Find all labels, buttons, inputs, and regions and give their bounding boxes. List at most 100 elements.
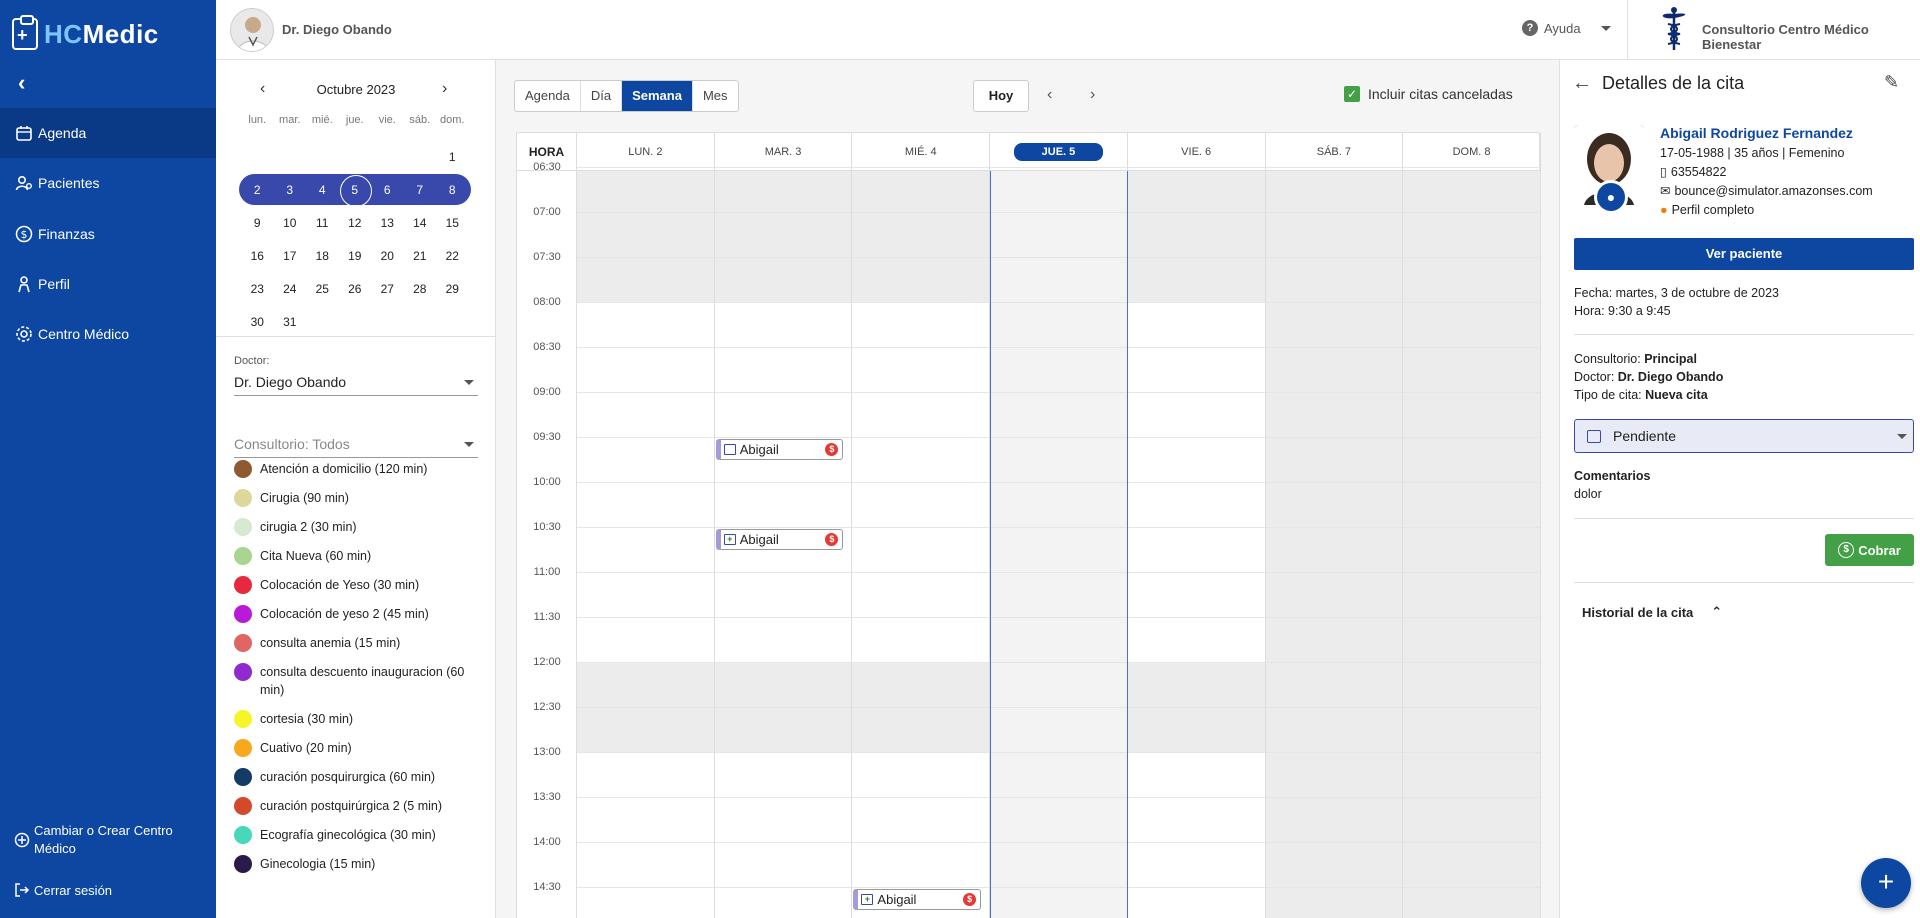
checkbox-checked-icon[interactable]: ✓ [1344,86,1360,102]
mini-calendar-day[interactable]: 17 [274,249,307,263]
charge-button[interactable]: $ Cobrar [1825,534,1914,566]
mini-calendar-day[interactable]: 25 [306,282,339,296]
app-logo[interactable]: HCMedic [12,15,159,50]
slot-line [577,752,714,753]
mini-calendar-day[interactable]: 5 [339,174,371,207]
comments-label: Comentarios [1574,469,1651,483]
sidebar-item-finanzas[interactable]: $ Finanzas [0,209,216,259]
mini-calendar-day[interactable]: 13 [371,216,404,230]
appointment-label: Abigail [739,532,779,547]
divider [216,336,495,337]
slot-line [1127,302,1265,303]
slot-line [1265,392,1403,393]
mini-calendar-day[interactable]: 6 [371,183,404,197]
prev-week-icon[interactable]: ‹ [1047,86,1052,104]
legend-label: consulta anemia (15 min) [260,636,401,650]
mini-calendar-day[interactable]: 23 [241,282,274,296]
today-button[interactable]: Hoy [973,80,1029,112]
status-select[interactable]: Pendiente [1574,419,1914,453]
day-columns: Abigail $ + Abigail $ + Abigail $ [577,167,1541,918]
day-header[interactable]: DOM. 8 [1403,133,1541,171]
mini-calendar-day[interactable]: 8 [436,183,469,197]
mini-calendar-day[interactable]: 1 [436,150,469,164]
mini-calendar-day[interactable]: 7 [404,183,437,197]
day-header[interactable]: MIÉ. 4 [852,133,991,171]
mini-calendar-day[interactable]: 9 [241,216,274,230]
mini-calendar-day[interactable]: 20 [371,249,404,263]
mini-calendar-day[interactable]: 4 [306,183,339,197]
patient-name-link[interactable]: Abigail Rodriguez Fernandez [1660,125,1853,141]
slot-line [714,887,852,888]
new-appointment-icon: + [861,894,874,905]
collapse-sidebar-icon[interactable]: ‹ [18,70,25,96]
appointment-card[interactable]: Abigail $ [715,439,844,460]
gear-icon [14,324,34,344]
next-month-icon[interactable]: › [442,80,447,98]
mini-calendar-day[interactable]: 30 [241,315,274,329]
doctor-avatar[interactable] [230,8,274,52]
doctor-select[interactable]: Dr. Diego Obando [234,368,478,396]
brand-name: HCMedic [44,18,159,49]
appointment-card[interactable]: + Abigail $ [715,529,844,550]
logout-link[interactable]: Cerrar sesión [14,882,204,903]
add-appointment-button[interactable]: + [1861,858,1911,908]
edit-pencil-icon[interactable]: ✎ [1884,72,1899,93]
patient-dob: 17-05-1988 | 35 años | Femenino [1660,146,1844,160]
mini-calendar-day[interactable]: 10 [274,216,307,230]
mini-calendar-day[interactable]: 22 [436,249,469,263]
mini-calendar-day[interactable]: 29 [436,282,469,296]
mini-calendar-day[interactable]: 14 [404,216,437,230]
mini-calendar-day[interactable]: 15 [436,216,469,230]
day-header[interactable]: VIE. 6 [1128,133,1266,171]
mini-calendar-day[interactable]: 11 [306,216,339,230]
slot-line [1265,617,1403,618]
mini-calendar-day[interactable]: 27 [371,282,404,296]
tab-día[interactable]: Día [581,81,623,111]
sidebar-item-centro-medico[interactable]: Centro Médico [0,309,216,359]
sidebar: HCMedic ‹ Agenda Pacientes $ Finanzas Pe… [0,0,216,918]
mini-calendar-day[interactable]: 16 [241,249,274,263]
include-cancelled-toggle[interactable]: ✓ Incluir citas canceladas [1344,86,1513,102]
mini-calendar-day[interactable]: 21 [404,249,437,263]
unavailable-band [1403,171,1540,918]
mini-calendar-day[interactable]: 12 [339,216,372,230]
camera-icon[interactable]: ● [1594,180,1628,214]
day-header[interactable]: SÁB. 7 [1266,133,1404,171]
color-swatch [234,605,252,623]
view-patient-button[interactable]: Ver paciente [1574,238,1914,270]
slot-line [1265,302,1403,303]
consultorio-select[interactable]: Consultorio: Todos [234,430,478,458]
mini-calendar-day[interactable]: 31 [274,315,307,329]
sidebar-item-perfil[interactable]: Perfil [0,259,216,309]
day-column[interactable] [577,167,715,918]
day-header[interactable]: LUN. 2 [577,133,715,171]
day-header[interactable]: JUE. 5 [990,133,1128,171]
today-column-highlight [990,171,1128,918]
mini-calendar-day[interactable]: 28 [404,282,437,296]
tab-agenda[interactable]: Agenda [515,81,581,111]
mini-calendar-day[interactable]: 24 [274,282,307,296]
mini-calendar-day[interactable]: 2 [241,183,274,197]
mini-calendar-day[interactable]: 26 [339,282,372,296]
next-week-icon[interactable]: › [1090,86,1095,104]
legend-label: Colocación de Yeso (30 min) [260,578,420,592]
day-column[interactable] [1127,167,1266,918]
mini-calendar-week: 1 [241,140,469,173]
day-column[interactable] [1403,167,1541,918]
appointment-card[interactable]: + Abigail $ [853,889,982,910]
sidebar-item-pacientes[interactable]: Pacientes [0,158,216,208]
tab-semana[interactable]: Semana [622,81,693,111]
day-column[interactable] [1265,167,1404,918]
day-column[interactable] [852,167,991,918]
switch-center-link[interactable]: Cambiar o Crear Centro Médico [14,822,204,858]
back-arrow-icon[interactable]: ← [1572,72,1592,95]
tab-mes[interactable]: Mes [693,81,738,111]
day-header[interactable]: MAR. 3 [715,133,853,171]
history-toggle[interactable]: Historial de la cita ⌃ [1582,604,1722,620]
slot-line [852,617,990,618]
mini-calendar-day[interactable]: 19 [339,249,372,263]
mini-calendar-day[interactable]: 3 [274,183,307,197]
mini-calendar-day[interactable]: 18 [306,249,339,263]
sidebar-item-agenda[interactable]: Agenda [0,108,216,158]
help-menu[interactable]: ? Ayuda [1522,20,1611,36]
